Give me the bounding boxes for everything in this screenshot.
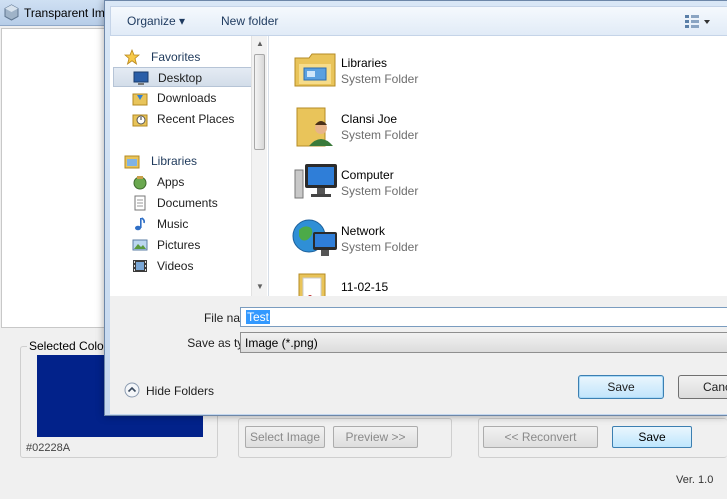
folder-icon bbox=[298, 273, 326, 296]
nav-item-label: Libraries bbox=[151, 154, 198, 168]
nav-item-label: Music bbox=[157, 217, 189, 231]
app-save-button[interactable]: Save bbox=[612, 426, 692, 448]
scroll-down-icon[interactable]: ▼ bbox=[256, 282, 264, 291]
selected-color-label: Selected Color bbox=[27, 339, 110, 353]
nav-item-favorites[interactable]: Favorites bbox=[110, 47, 250, 67]
nav-scroll-thumb[interactable] bbox=[254, 54, 265, 150]
scroll-up-icon[interactable]: ▲ bbox=[256, 39, 264, 48]
desktop-icon bbox=[133, 71, 149, 85]
new-folder-button[interactable]: New folder bbox=[221, 14, 278, 28]
save-dialog: Organize ▾ New folder Favorites Desktop bbox=[104, 0, 727, 416]
user-folder-icon bbox=[296, 107, 333, 147]
file-item-folder[interactable]: 11-02-15 bbox=[283, 268, 583, 296]
file-type: System Folder bbox=[341, 184, 419, 198]
libraries-icon bbox=[124, 155, 140, 169]
nav-item-desktop[interactable]: Desktop bbox=[113, 67, 252, 87]
music-icon bbox=[135, 217, 146, 231]
documents-icon bbox=[134, 195, 146, 211]
select-image-button[interactable]: Select Image bbox=[245, 426, 325, 448]
nav-item-label: Downloads bbox=[157, 91, 217, 105]
star-icon bbox=[124, 49, 140, 65]
recent-places-icon bbox=[132, 114, 148, 127]
nav-scrollbar[interactable]: ▲ ▼ bbox=[251, 36, 267, 296]
hide-folders-button[interactable]: Hide Folders bbox=[124, 381, 234, 401]
file-item-computer[interactable]: Computer System Folder bbox=[283, 156, 583, 206]
computer-icon bbox=[294, 164, 337, 199]
file-type: System Folder bbox=[341, 128, 419, 142]
dialog-save-button[interactable]: Save bbox=[578, 375, 664, 399]
videos-icon bbox=[133, 260, 147, 272]
app-icon bbox=[4, 4, 19, 21]
selected-color-hex: #02228A bbox=[26, 442, 71, 454]
file-name-value: Test bbox=[246, 310, 271, 324]
chevron-up-icon bbox=[124, 382, 140, 398]
nav-item-downloads[interactable]: Downloads bbox=[110, 88, 250, 108]
libraries-folder-icon bbox=[294, 53, 336, 87]
dialog-cancel-button[interactable]: Cancel bbox=[678, 375, 727, 399]
nav-item-libraries[interactable]: Libraries bbox=[110, 151, 250, 171]
pictures-icon bbox=[132, 239, 148, 251]
save-as-type-value: Image (*.png) bbox=[245, 336, 318, 350]
nav-item-label: Apps bbox=[157, 175, 185, 189]
nav-item-label: Recent Places bbox=[157, 112, 235, 126]
file-type: System Folder bbox=[341, 240, 419, 254]
file-type: System Folder bbox=[341, 72, 419, 86]
network-icon bbox=[292, 219, 337, 256]
nav-item-label: Desktop bbox=[158, 71, 203, 85]
reconvert-button[interactable]: << Reconvert bbox=[483, 426, 598, 448]
image-panel bbox=[1, 28, 105, 328]
nav-item-recent-places[interactable]: Recent Places bbox=[110, 109, 250, 129]
file-list: Libraries System Folder Clansi Joe Syste… bbox=[269, 36, 727, 296]
nav-item-label: Videos bbox=[157, 259, 194, 273]
nav-item-label: Documents bbox=[157, 196, 218, 210]
apps-icon bbox=[133, 176, 147, 190]
file-item-network[interactable]: Network System Folder bbox=[283, 212, 583, 262]
file-name-input[interactable]: Test bbox=[240, 307, 727, 327]
file-name: Computer bbox=[341, 168, 394, 182]
nav-item-label: Favorites bbox=[151, 50, 201, 64]
preview-button[interactable]: Preview >> bbox=[333, 426, 418, 448]
file-name: 11-02-15 bbox=[341, 280, 389, 294]
nav-item-pictures[interactable]: Pictures bbox=[110, 235, 250, 255]
navigation-pane: Favorites Desktop Downloads Recent Place… bbox=[110, 36, 269, 296]
downloads-icon bbox=[132, 93, 148, 106]
save-as-type-select[interactable]: Image (*.png) bbox=[240, 332, 727, 353]
version-label: Ver. 1.0 bbox=[676, 474, 714, 486]
nav-item-label: Pictures bbox=[157, 238, 201, 252]
app-title: Transparent Im bbox=[24, 6, 105, 20]
dialog-bottom: File name: Test Save as type: Image (*.p… bbox=[110, 296, 727, 414]
nav-item-music[interactable]: Music bbox=[110, 214, 250, 234]
file-name: Network bbox=[341, 224, 386, 238]
file-name: Libraries bbox=[341, 56, 388, 70]
file-name: Clansi Joe bbox=[341, 112, 398, 126]
views-icon[interactable] bbox=[683, 13, 713, 31]
nav-item-videos[interactable]: Videos bbox=[110, 256, 250, 276]
hide-folders-label: Hide Folders bbox=[146, 384, 215, 398]
file-item-user[interactable]: Clansi Joe System Folder bbox=[283, 100, 583, 150]
nav-item-documents[interactable]: Documents bbox=[110, 193, 250, 213]
file-item-libraries[interactable]: Libraries System Folder bbox=[283, 44, 583, 94]
organize-button[interactable]: Organize ▾ bbox=[127, 14, 185, 28]
dialog-toolbar: Organize ▾ New folder bbox=[110, 6, 727, 36]
nav-item-apps[interactable]: Apps bbox=[110, 172, 250, 192]
